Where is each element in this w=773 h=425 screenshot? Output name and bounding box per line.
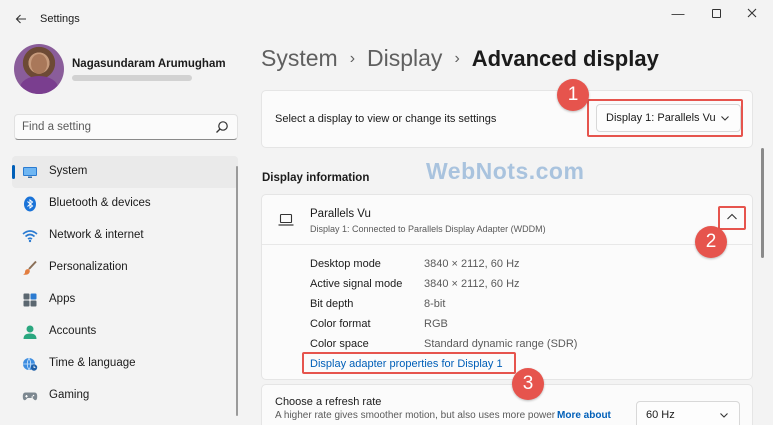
breadcrumb-separator: ›	[349, 50, 356, 67]
info-row: Desktop mode 3840 × 2112, 60 Hz	[310, 255, 730, 275]
refresh-rate-dropdown[interactable]: 60 Hz	[636, 401, 740, 425]
page-title: Advanced display	[471, 46, 659, 71]
search-box[interactable]	[14, 114, 238, 140]
display-name: Parallels Vu	[310, 208, 371, 220]
display-information-heading: Display information	[262, 172, 370, 184]
display-connection: Display 1: Connected to Parallels Displa…	[310, 224, 546, 234]
avatar-head	[31, 54, 47, 74]
user-name: Nagasundaram Arumugham	[72, 58, 226, 70]
content-scrollbar[interactable]	[761, 148, 764, 258]
sidebar-item-accounts[interactable]: Accounts	[12, 316, 238, 348]
bluetooth-icon	[24, 196, 36, 212]
info-value: RGB	[424, 318, 448, 330]
avatar-shoulders	[20, 76, 58, 94]
monitor-icon	[23, 167, 37, 178]
sidebar-item-label: Apps	[49, 293, 76, 305]
info-value: 3840 × 2112, 60 Hz	[424, 278, 520, 290]
refresh-rate-value: 60 Hz	[646, 409, 675, 421]
maximize-icon	[711, 9, 721, 18]
sidebar-item-label: Personalization	[49, 261, 128, 273]
sidebar-item-time-language[interactable]: Time & language	[12, 348, 238, 380]
sidebar-item-label: System	[49, 165, 88, 177]
close-icon	[747, 8, 757, 18]
title-bar: Settings —	[0, 0, 773, 38]
apps-icon	[23, 293, 37, 307]
breadcrumb-display[interactable]: Display	[367, 45, 442, 71]
laptop-icon	[278, 213, 294, 226]
search-icon[interactable]	[215, 119, 229, 135]
sidebar-item-label: Bluetooth & devices	[49, 197, 151, 209]
info-value: Standard dynamic range (SDR)	[424, 338, 578, 350]
back-arrow-icon	[15, 14, 26, 24]
refresh-rate-description: A higher rate gives smoother motion, but…	[275, 410, 556, 421]
avatar[interactable]	[14, 44, 64, 94]
sidebar-item-label: Time & language	[49, 357, 136, 369]
info-label: Color space	[310, 338, 369, 350]
info-label: Bit depth	[310, 298, 354, 310]
close-button[interactable]	[734, 5, 770, 23]
highlight-box-adapter-link	[302, 352, 516, 374]
display-info-header[interactable]: Parallels Vu Display 1: Connected to Par…	[262, 195, 752, 245]
sidebar-item-network[interactable]: Network & internet	[12, 220, 238, 252]
info-value: 8-bit	[424, 298, 446, 310]
minimize-button[interactable]: —	[660, 5, 696, 23]
info-value: 3840 × 2112, 60 Hz	[424, 258, 520, 270]
info-label: Active signal mode	[310, 278, 403, 290]
more-about-link[interactable]: More about	[557, 410, 611, 421]
info-label: Color format	[310, 318, 371, 330]
settings-window: Settings — Nagasundaram Arumugham Find a…	[0, 0, 773, 425]
display-info-rows: Desktop mode 3840 × 2112, 60 Hz Active s…	[310, 255, 730, 355]
search-input[interactable]	[22, 119, 212, 135]
watermark: WebNots.com	[426, 158, 585, 184]
maximize-button[interactable]	[698, 5, 734, 23]
back-button[interactable]	[10, 9, 32, 29]
sidebar-item-system[interactable]: System	[12, 156, 238, 188]
select-display-label: Select a display to view or change its s…	[275, 113, 497, 125]
refresh-rate-title: Choose a refresh rate	[275, 396, 382, 408]
sidebar-item-gaming[interactable]: Gaming	[12, 380, 238, 412]
info-label: Desktop mode	[310, 258, 381, 270]
breadcrumb: System › Display › Advanced display	[261, 45, 659, 79]
highlight-box-collapse	[718, 206, 746, 230]
breadcrumb-system[interactable]: System	[261, 45, 338, 71]
brush-icon	[23, 260, 37, 275]
chevron-down-icon	[720, 413, 728, 418]
sidebar-nav: System Bluetooth & devices Network & int…	[12, 156, 238, 412]
info-row: Bit depth 8-bit	[310, 295, 730, 315]
gamepad-icon	[22, 392, 38, 401]
user-email-redacted	[72, 75, 192, 81]
globe-clock-icon	[23, 357, 38, 371]
app-title: Settings	[40, 13, 80, 25]
active-indicator	[12, 165, 15, 179]
person-icon	[23, 325, 37, 339]
info-row: Color format RGB	[310, 315, 730, 335]
sidebar-item-label: Network & internet	[49, 229, 144, 241]
sidebar-item-apps[interactable]: Apps	[12, 284, 238, 316]
sidebar-scrollbar[interactable]	[236, 166, 238, 416]
sidebar-item-label: Accounts	[49, 325, 97, 337]
sidebar-item-label: Gaming	[49, 389, 90, 401]
highlight-box-display-select	[587, 99, 743, 137]
sidebar-item-personalization[interactable]: Personalization	[12, 252, 238, 284]
sidebar-item-bluetooth[interactable]: Bluetooth & devices	[12, 188, 238, 220]
wifi-icon	[22, 230, 38, 243]
step-badge-1: 1	[557, 79, 589, 111]
breadcrumb-separator: ›	[454, 50, 460, 67]
step-badge-2: 2	[695, 226, 727, 258]
info-row: Active signal mode 3840 × 2112, 60 Hz	[310, 275, 730, 295]
refresh-rate-card: Choose a refresh rate A higher rate give…	[261, 384, 753, 425]
step-badge-3: 3	[512, 368, 544, 400]
